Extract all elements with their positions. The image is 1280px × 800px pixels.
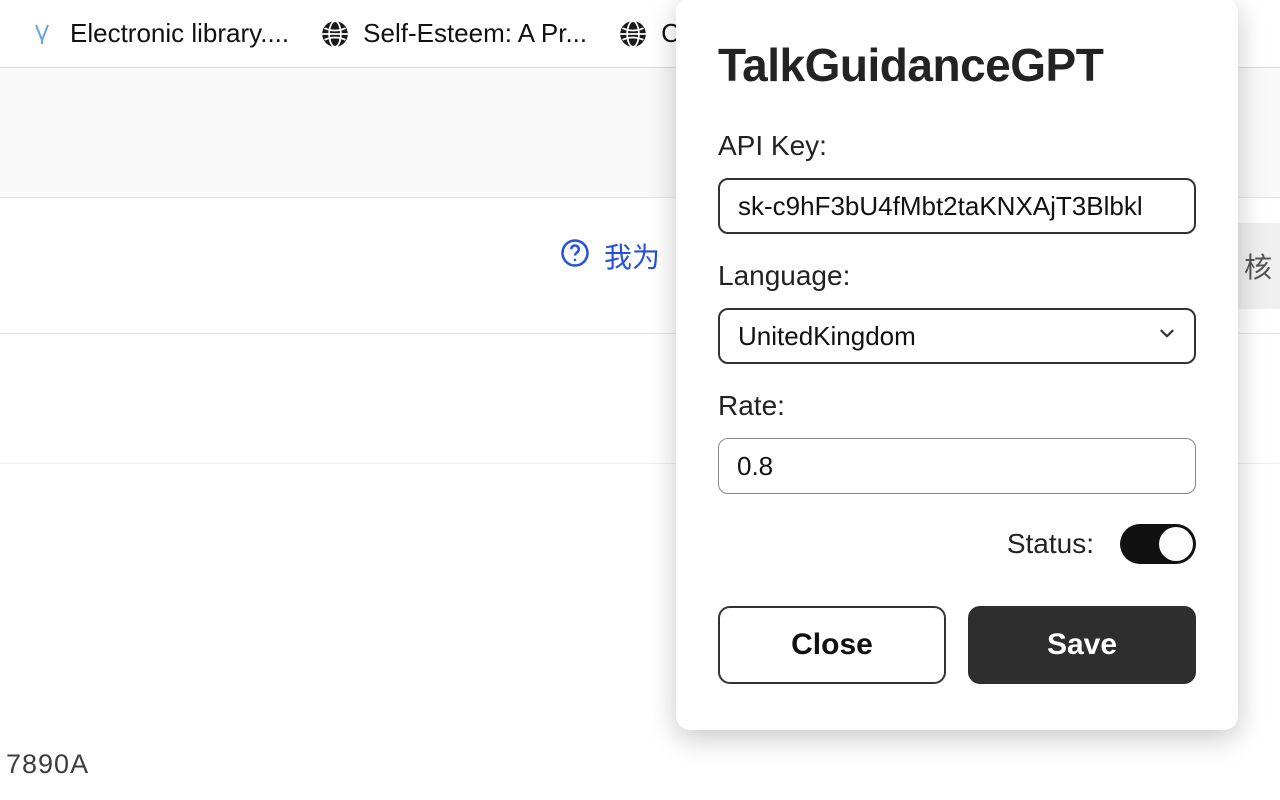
status-label: Status:: [1007, 528, 1094, 560]
extension-popup: TalkGuidanceGPT API Key: Language: Unite…: [676, 0, 1238, 730]
rate-label: Rate:: [718, 390, 1196, 422]
toggle-knob: [1159, 527, 1193, 561]
rate-input[interactable]: [718, 438, 1196, 494]
api-key-input[interactable]: [718, 178, 1196, 234]
save-button[interactable]: Save: [968, 606, 1196, 684]
save-button-label: Save: [1047, 628, 1117, 662]
help-icon: [560, 238, 590, 275]
v-icon: [28, 20, 56, 48]
help-link-text: 我为: [604, 236, 660, 276]
help-link[interactable]: 我为: [560, 236, 660, 276]
close-button-label: Close: [791, 628, 873, 662]
globe-icon: [619, 20, 647, 48]
globe-icon: [321, 20, 349, 48]
language-label: Language:: [718, 260, 1196, 292]
browser-tab-1[interactable]: Electronic library....: [12, 0, 305, 68]
status-toggle[interactable]: [1120, 524, 1196, 564]
browser-tab-2[interactable]: Self-Esteem: A Pr...: [305, 0, 603, 68]
footer-code: 7890A: [6, 749, 89, 780]
popup-title: TalkGuidanceGPT: [718, 38, 1196, 92]
tab-title: Self-Esteem: A Pr...: [363, 18, 587, 49]
api-key-label: API Key:: [718, 130, 1196, 162]
tab-title: Electronic library....: [70, 18, 289, 49]
language-select[interactable]: UnitedKingdom: [718, 308, 1196, 364]
right-pill-text: 核: [1244, 246, 1272, 286]
close-button[interactable]: Close: [718, 606, 946, 684]
